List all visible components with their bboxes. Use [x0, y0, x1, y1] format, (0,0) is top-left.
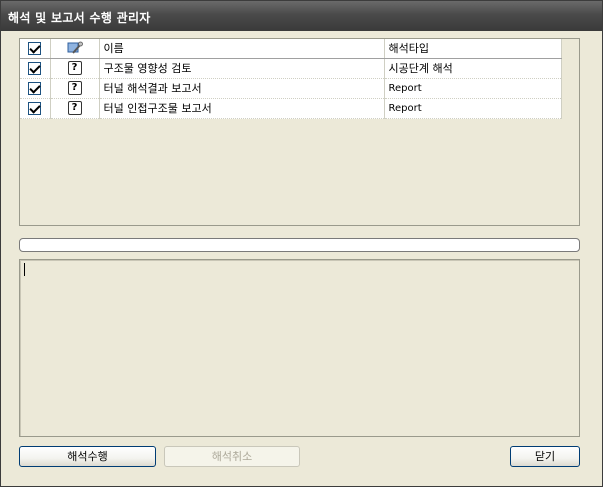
row-name: 구조물 영향성 검토 [99, 58, 385, 79]
window-title: 해석 및 보고서 수행 관리자 [1, 1, 602, 31]
row-name: 터널 해석결과 보고서 [99, 78, 385, 99]
header-tool-column [50, 39, 100, 59]
row-checkbox[interactable] [20, 78, 51, 99]
checkbox-icon[interactable] [28, 61, 42, 75]
close-button[interactable]: 닫기 [510, 446, 580, 467]
checkbox-icon[interactable] [28, 81, 42, 95]
table-row[interactable]: ? 구조물 영향성 검토 시공단계 해석 [20, 58, 562, 79]
row-name: 터널 인접구조물 보고서 [99, 98, 385, 119]
row-checkbox[interactable] [20, 98, 51, 119]
log-output-area[interactable] [19, 259, 580, 437]
row-type: Report [384, 78, 562, 99]
row-type: Report [384, 98, 562, 119]
question-icon: ? [67, 81, 82, 95]
header-name[interactable]: 이름 [99, 39, 385, 59]
table-row[interactable]: ? 터널 해석결과 보고서 Report [20, 78, 562, 99]
run-analysis-button[interactable]: 해석수행 [19, 446, 156, 467]
checkbox-icon[interactable] [28, 42, 42, 55]
progress-bar [19, 238, 580, 252]
header-check-all[interactable] [20, 39, 51, 59]
analysis-report-manager-window: 해석 및 보고서 수행 관리자 이름 해석타입 ? 구조물 영향성 검토 시공단… [0, 0, 603, 487]
cancel-analysis-button[interactable]: 해석취소 [164, 446, 300, 467]
row-status: ? [50, 58, 100, 79]
header-analysis-type[interactable]: 해석타입 [384, 39, 562, 59]
checkbox-icon[interactable] [28, 101, 42, 115]
question-icon: ? [67, 101, 82, 115]
grid-header-row: 이름 해석타입 [20, 39, 562, 59]
task-list-grid: 이름 해석타입 ? 구조물 영향성 검토 시공단계 해석 ? 터널 해석결과 보… [19, 38, 580, 226]
row-type: 시공단계 해석 [384, 58, 562, 79]
text-caret [24, 263, 25, 276]
tools-icon [67, 41, 83, 54]
row-status: ? [50, 78, 100, 99]
table-row[interactable]: ? 터널 인접구조물 보고서 Report [20, 98, 562, 119]
row-status: ? [50, 98, 100, 119]
row-checkbox[interactable] [20, 58, 51, 79]
question-icon: ? [67, 61, 82, 75]
